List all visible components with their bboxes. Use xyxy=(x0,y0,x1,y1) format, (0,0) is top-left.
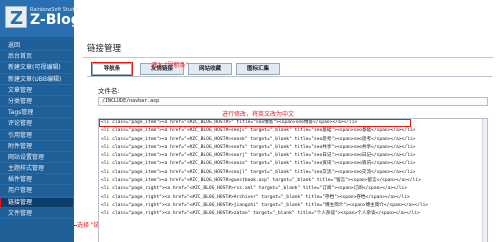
annotation-arrow xyxy=(66,225,77,226)
sidebar-item[interactable]: 主题样式管理 xyxy=(0,163,74,175)
code-line[interactable]: <li class="page_item"><a href="<#ZC_BLOG… xyxy=(99,160,487,168)
sidebar-item[interactable]: 用户管理 xyxy=(0,185,74,197)
sidebar-item[interactable]: 插件管理 xyxy=(0,174,74,186)
filename-field[interactable]: /INCLUDE/navbar.asp xyxy=(98,97,488,106)
code-editor[interactable]: <li class="page_item"><a href="<#ZC_BLOG… xyxy=(98,118,488,242)
annotation-tab: 进入 "导航条" xyxy=(151,62,189,69)
page-title: 链接管理 xyxy=(87,44,122,54)
filename-label: 文件名: xyxy=(98,87,120,95)
sidebar-item[interactable]: 分类管理 xyxy=(0,96,74,108)
tab[interactable]: 网站收藏 xyxy=(188,63,232,75)
code-line[interactable]: <li class="page_item"><a href="<#ZC_BLOG… xyxy=(99,177,487,185)
sidebar-item[interactable]: 附件管理 xyxy=(0,141,74,152)
code-line[interactable]: <li class="page_item"><a href="<#ZC_BLOG… xyxy=(99,152,487,160)
sidebar-item[interactable]: 文件管理 xyxy=(0,208,74,219)
sidebar-item[interactable]: 文章管理 xyxy=(0,85,74,96)
code-line[interactable]: <li class="page_item"><a href="<#ZC_BLOG… xyxy=(99,136,487,144)
tab[interactable]: 图标汇集 xyxy=(236,63,280,75)
sidebar-item[interactable]: 新建文章(UBB编辑) xyxy=(0,74,74,85)
tab-divider xyxy=(87,76,492,77)
code-scrollbar[interactable] xyxy=(482,119,487,242)
logo-letter: Z xyxy=(10,8,24,29)
code-line[interactable]: <li class="page_right"><a href="<#ZC_BLO… xyxy=(99,185,487,193)
code-line[interactable]: <li class="page_right"><a href="<#ZC_BLO… xyxy=(99,210,487,218)
sidebar-item[interactable]: 新建文章(可视编辑) xyxy=(0,62,74,74)
title-divider xyxy=(82,57,494,58)
code-line[interactable]: <li class="page_item"><a href="<#ZC_BLOG… xyxy=(99,119,411,128)
sidebar-item[interactable]: Tags管理 xyxy=(0,107,74,119)
logo-badge: Z xyxy=(5,6,27,29)
code-line[interactable]: <li class="page_item"><a href="<#ZC_BLOG… xyxy=(99,169,487,177)
sidebar-item[interactable]: 引用管理 xyxy=(0,130,74,141)
logo: Z RainbowSoft Studio Z-Blog xyxy=(0,0,81,37)
sidebar: Z RainbowSoft Studio Z-Blog 返回 后台首页 新建文章(可… xyxy=(0,0,81,242)
code-line[interactable]: <li class="page_right"><a href="<#ZC_BLO… xyxy=(99,194,487,202)
sidebar-item[interactable]: 后台首页 xyxy=(0,51,74,63)
logo-name: Z-Blog xyxy=(30,12,81,28)
code-line[interactable]: <li class="page_item"><a href="<#ZC_BLOG… xyxy=(99,127,487,135)
tab[interactable]: 导航条 xyxy=(91,62,133,76)
sidebar-item[interactable]: 网站设置管理 xyxy=(0,152,74,164)
sidebar-item[interactable]: 评论管理 xyxy=(0,118,74,130)
annotation-code: 进行修改，将英文改为中文 xyxy=(222,111,295,118)
code-line[interactable]: <li class="page_right"><a href="<#ZC_BLO… xyxy=(99,202,487,210)
sidebar-item[interactable]: 返回 xyxy=(0,40,74,52)
sidebar-nav: 返回 后台首页 新建文章(可视编辑) 新建文章(UBB编辑) 文章管理 分类管理 Tags管… xyxy=(0,40,74,219)
sidebar-item[interactable]: 链接管理 xyxy=(0,196,74,208)
code-line[interactable]: <li class="page_item"><a href="<#ZC_BLOG… xyxy=(99,144,487,152)
